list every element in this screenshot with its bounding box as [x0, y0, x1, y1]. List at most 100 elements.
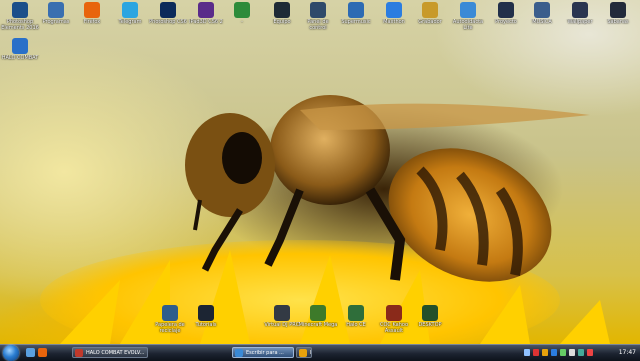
minecraft-icon	[310, 305, 326, 321]
desktop-icon-label: Supermusic	[341, 19, 371, 25]
desktop-icon-label: Equipo	[273, 19, 291, 25]
computer-icon	[274, 2, 290, 18]
halo-ce-icon	[348, 305, 364, 321]
desktop-icon[interactable]: Autodidacta Lite	[448, 2, 488, 31]
desktop-icon-label: Photoshop CS6	[149, 19, 187, 25]
desktop-icon[interactable]: Sábanas	[598, 2, 638, 25]
taskbar-task-button[interactable]: B...	[296, 347, 312, 358]
desktop-icon-label: Firefox	[83, 19, 101, 25]
maxthon-icon	[386, 2, 402, 18]
ipad-app-icon	[198, 2, 214, 18]
photoshop-icon	[160, 2, 176, 18]
system-tray: 17:47	[520, 345, 640, 361]
desktop-icon-label: Minecraft Mega	[298, 322, 338, 328]
virtualdj-icon	[274, 305, 290, 321]
taskbar-task-label: Escribir para ...	[246, 350, 284, 356]
desktop-icon-label: Photoshop Elements 2016	[1, 19, 39, 31]
desktop-icon[interactable]: Proyecto	[486, 2, 526, 25]
volume-icon[interactable]	[569, 349, 575, 356]
taskbar-task-label: HALO COMBAT EVOLV...	[86, 350, 145, 356]
game-shortcut-icon	[386, 305, 402, 321]
recorder-icon	[422, 2, 438, 18]
project-folder-icon	[498, 2, 514, 18]
alien-icon	[234, 2, 250, 18]
desktop-icon-label: DESKTOP	[418, 322, 442, 328]
desktop-wallpaper: Photoshop Elements 2016 Programas Firefox T…	[0, 0, 640, 344]
tutorial-app-icon	[460, 2, 476, 18]
desktop-icon-label: Proyecto	[495, 19, 517, 25]
taskbar-task-label: B...	[310, 350, 311, 356]
bluetooth-icon[interactable]	[551, 349, 557, 356]
app-tray-icon[interactable]	[560, 349, 566, 356]
music-app-icon	[348, 2, 364, 18]
desktop-icon[interactable]: Minecraft Mega	[298, 305, 338, 328]
desktop-shortcut-icon	[422, 305, 438, 321]
desktop-icon-label: Autodidacta Lite	[452, 19, 484, 31]
folder-icon	[610, 2, 626, 18]
antivirus-icon[interactable]	[533, 349, 539, 356]
desktop-icon-label: Tutorials	[195, 322, 217, 328]
desktop-icon-label: Wallpaper	[567, 19, 593, 25]
show-desktop-icon[interactable]	[26, 348, 35, 357]
programs-folder-icon	[48, 2, 64, 18]
bee-wallpaper-image	[40, 95, 610, 344]
desktop-icon[interactable]: Maxthon	[374, 2, 414, 25]
desktop-icon-label: Papelera de reciclaje	[155, 322, 185, 334]
desktop-icon[interactable]: Supermusic	[336, 2, 376, 25]
firefox-quicklaunch-icon[interactable]	[38, 348, 47, 357]
desktop-icon[interactable]: Equipo	[262, 2, 302, 25]
desktop-icon[interactable]: iPad3D CS6 2	[186, 2, 226, 25]
network-icon[interactable]	[524, 349, 530, 356]
desktop-icon-label: Sábanas	[607, 19, 629, 25]
start-button[interactable]	[3, 345, 19, 361]
desktop-icon-label: Panel de control	[307, 19, 329, 31]
taskbar: HALO COMBAT EVOLV... Escribir para ... B..…	[0, 344, 640, 361]
desktop-icon-label: Halo CE	[346, 322, 366, 328]
firefox-icon	[84, 2, 100, 18]
desktop-icon[interactable]: Photoshop Elements 2016	[0, 2, 40, 31]
desktop-icon[interactable]: COC Kahoo Assault	[374, 305, 414, 334]
desktop-icon-label: Grabador	[418, 19, 442, 25]
language-icon[interactable]	[578, 349, 584, 356]
taskbar-task-button[interactable]: HALO COMBAT EVOLV...	[72, 347, 148, 358]
desktop-icon-label: MUSICA	[532, 19, 552, 25]
desktop-icon-label: -	[241, 19, 243, 25]
recycle-bin-icon	[162, 305, 178, 321]
desktop-icon-label: Virtual DJ PRO	[264, 322, 300, 328]
control-panel-icon	[310, 2, 326, 18]
desktop-icon[interactable]: Programas	[36, 2, 76, 25]
desktop-icon[interactable]: Telegram	[110, 2, 150, 25]
desktop-icon[interactable]: -	[222, 2, 262, 25]
desktop-icon[interactable]: MUSICA	[522, 2, 562, 25]
halo-task-icon	[75, 349, 83, 357]
halo-shortcut-icon	[12, 38, 28, 54]
desktop-icon[interactable]: Papelera de reciclaje	[150, 305, 190, 334]
wordpad-task-icon	[235, 349, 243, 357]
flag-icon[interactable]	[587, 349, 593, 356]
desktop-icon[interactable]: Halo CE	[336, 305, 376, 328]
desktop-icon[interactable]: HALO COMBAT	[0, 38, 40, 61]
desktop-icon[interactable]: Tutorials	[186, 305, 226, 328]
browser-task-icon	[299, 349, 307, 357]
desktop-icon[interactable]: DESKTOP	[410, 305, 450, 328]
desktop-icon-label: COC Kahoo Assault	[379, 322, 409, 334]
desktop-icon[interactable]: Wallpaper	[560, 2, 600, 25]
tutorials-folder-icon	[198, 305, 214, 321]
desktop-icon-label: Programas	[42, 19, 70, 25]
desktop-icon[interactable]: Virtual DJ PRO	[262, 305, 302, 328]
desktop-icon[interactable]: Firefox	[72, 2, 112, 25]
desktop-icon[interactable]: Grabador	[410, 2, 450, 25]
desktop-icon[interactable]: Panel de control	[298, 2, 338, 31]
taskbar-task-button[interactable]: Escribir para ...	[232, 347, 294, 358]
music-folder-icon	[534, 2, 550, 18]
wallpaper-folder-icon	[572, 2, 588, 18]
desktop-icon-label: HALO COMBAT	[1, 55, 39, 61]
photoshop-elements-icon	[12, 2, 28, 18]
desktop-icon-label: iPad3D CS6 2	[189, 19, 223, 25]
desktop-icon[interactable]: Photoshop CS6	[148, 2, 188, 25]
telegram-icon	[122, 2, 138, 18]
desktop-icon-label: Telegram	[118, 19, 142, 25]
clock[interactable]: 17:47	[619, 345, 636, 361]
update-icon[interactable]	[542, 349, 548, 356]
desktop-icon-label: Maxthon	[383, 19, 405, 25]
